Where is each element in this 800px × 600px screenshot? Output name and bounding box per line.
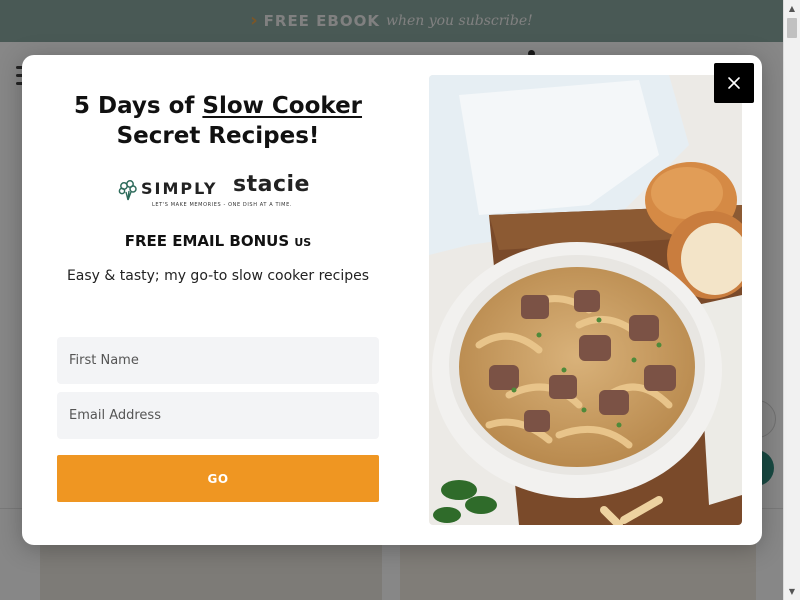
logo-word-stacie: stacie (233, 172, 310, 197)
close-icon (728, 77, 740, 89)
close-button[interactable] (714, 63, 754, 103)
headline-prefix: 5 Days of (73, 93, 203, 119)
stroganoff-image (429, 75, 742, 525)
bonus-title-suffix: US (294, 236, 312, 249)
email-input[interactable] (57, 392, 379, 439)
food-photo-icon (429, 75, 742, 525)
modal-headline: 5 Days of Slow Cooker Secret Recipes! (22, 91, 414, 151)
scroll-down-icon[interactable]: ▼ (784, 583, 800, 600)
bonus-title: FREE EMAIL BONUS US (22, 232, 414, 250)
bouquet-icon (118, 180, 137, 201)
headline-suffix: Secret Recipes! (116, 123, 320, 149)
bonus-title-text: FREE EMAIL BONUS (124, 232, 290, 250)
first-name-input[interactable] (57, 337, 379, 384)
scrollbar[interactable]: ▲ ▼ (783, 0, 800, 600)
headline-underlined: Slow Cooker (202, 93, 363, 119)
subscribe-modal: 5 Days of Slow Cooker Secret Recipes! SI… (22, 55, 762, 545)
modal-subtitle: Easy & tasty; my go-to slow cooker recip… (66, 268, 370, 284)
logo-word-simply: SIMPLY (141, 179, 218, 198)
go-button[interactable]: GO (57, 455, 379, 502)
logo-tagline: LET'S MAKE MEMORIES - ONE DISH AT A TIME… (152, 202, 293, 208)
simply-stacie-logo: SIMPLY stacie LET'S MAKE MEMORIES - ONE … (117, 172, 322, 211)
scroll-up-icon[interactable]: ▲ (784, 0, 800, 17)
scroll-thumb[interactable] (787, 18, 797, 38)
